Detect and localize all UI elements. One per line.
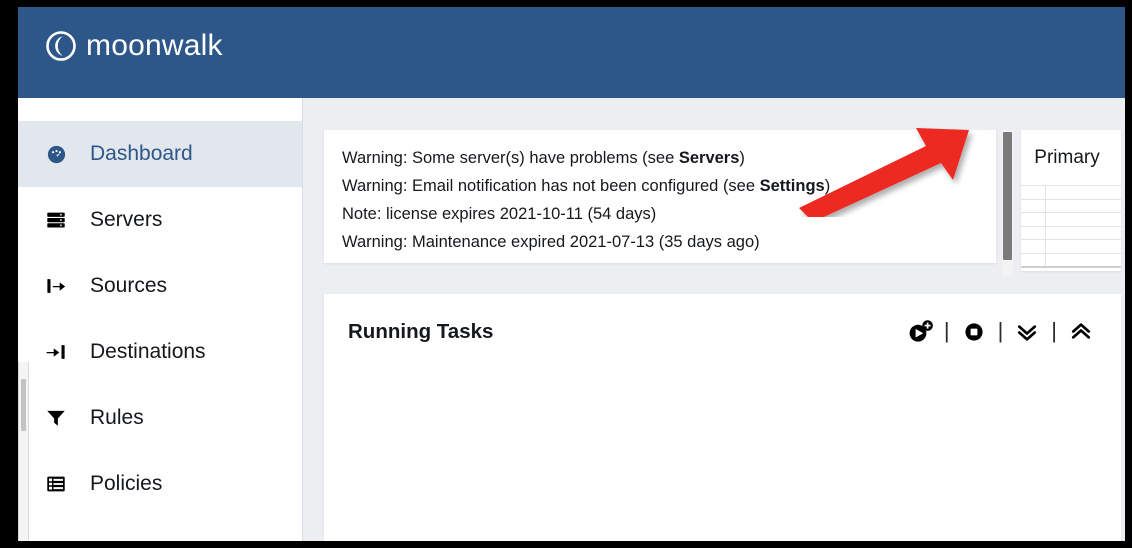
sidebar-item-dashboard[interactable]: Dashboard xyxy=(18,121,302,187)
warning-suffix: ) xyxy=(739,149,745,167)
sidebar-item-label: Servers xyxy=(90,208,163,231)
warning-text: Warning: Maintenance expired 2021-07-13 … xyxy=(342,233,760,251)
brand-name: moonwalk xyxy=(86,29,223,62)
warning-line: Warning: Maintenance expired 2021-07-13 … xyxy=(342,228,978,256)
brand[interactable]: moonwalk xyxy=(45,30,223,62)
running-tasks-header: Running Tasks | | | xyxy=(324,294,1121,370)
warnings-panel: Warning: Some server(s) have problems (s… xyxy=(324,130,996,263)
sidebar-item-rules[interactable]: Rules xyxy=(18,385,302,451)
warning-link[interactable]: Settings xyxy=(760,177,825,195)
moon-crescent-icon xyxy=(45,30,77,62)
warning-line: Warning: Some server(s) have problems (s… xyxy=(342,144,978,172)
table-row xyxy=(1021,252,1121,268)
sidebar-item-servers[interactable]: Servers xyxy=(18,187,302,253)
start-task-button[interactable] xyxy=(906,318,934,346)
warning-text: Warning: Email notification has not been… xyxy=(342,177,760,195)
table-row xyxy=(1021,198,1121,213)
app-viewport: moonwalk Dashboard Servers Sources Desti… xyxy=(18,7,1125,541)
sidebar-item-sources[interactable]: Sources xyxy=(18,253,302,319)
page-scrollbar-thumb[interactable] xyxy=(21,379,26,431)
server-stack-icon xyxy=(45,209,75,231)
warning-line: Note: license expires 2021-10-11 (54 day… xyxy=(342,200,978,228)
collapse-all-button[interactable] xyxy=(1013,318,1041,346)
running-tasks-title: Running Tasks xyxy=(348,320,494,343)
screenshot-root: moonwalk Dashboard Servers Sources Desti… xyxy=(0,0,1132,548)
warning-text: Note: license expires 2021-10-11 (54 day… xyxy=(342,205,657,223)
arrow-out-icon xyxy=(45,275,75,297)
arrow-in-icon xyxy=(45,341,75,363)
warning-text: Warning: Some server(s) have problems (s… xyxy=(342,149,679,167)
table-row xyxy=(1021,212,1121,226)
warnings-scrollbar-thumb[interactable] xyxy=(1003,132,1012,260)
expand-all-button[interactable] xyxy=(1067,318,1095,346)
table-row xyxy=(1021,239,1121,253)
sidebar-item-label: Sources xyxy=(90,274,168,297)
top-row: Warning: Some server(s) have problems (s… xyxy=(324,130,1125,275)
warning-line: Warning: Email notification has not been… xyxy=(342,172,978,200)
action-separator: | xyxy=(943,317,950,343)
action-separator: | xyxy=(1051,317,1057,343)
sidebar: Dashboard Servers Sources Destinations R… xyxy=(18,98,303,541)
primary-panel: Primary xyxy=(1021,130,1121,271)
action-separator: | xyxy=(997,317,1004,343)
dashboard-gauge-icon xyxy=(45,143,75,166)
sidebar-item-label: Policies xyxy=(90,472,163,495)
primary-table xyxy=(1021,185,1121,268)
sidebar-item-label: Destinations xyxy=(90,340,206,363)
warnings-panel-scrollbar[interactable] xyxy=(1002,130,1013,275)
funnel-filter-icon xyxy=(45,407,75,429)
sidebar-top-gap xyxy=(18,98,302,121)
sidebar-item-label: Dashboard xyxy=(90,142,193,165)
primary-panel-title: Primary xyxy=(1034,147,1100,168)
sidebar-item-label: Rules xyxy=(90,406,144,429)
sidebar-item-policies[interactable]: Policies xyxy=(18,451,302,517)
table-row xyxy=(1021,185,1121,199)
warning-suffix: ) xyxy=(824,177,831,195)
app-header: moonwalk xyxy=(18,7,1125,98)
stop-task-button[interactable] xyxy=(960,318,988,346)
running-tasks-panel: Running Tasks | | | xyxy=(324,294,1121,541)
table-row xyxy=(1021,225,1121,240)
content-area: Warning: Some server(s) have problems (s… xyxy=(304,98,1125,541)
running-tasks-actions: | | | xyxy=(906,318,1095,346)
warning-link[interactable]: Servers xyxy=(679,149,740,167)
list-table-icon xyxy=(45,473,75,495)
sidebar-item-destinations[interactable]: Destinations xyxy=(18,319,302,385)
page-scrollbar[interactable] xyxy=(18,362,29,541)
